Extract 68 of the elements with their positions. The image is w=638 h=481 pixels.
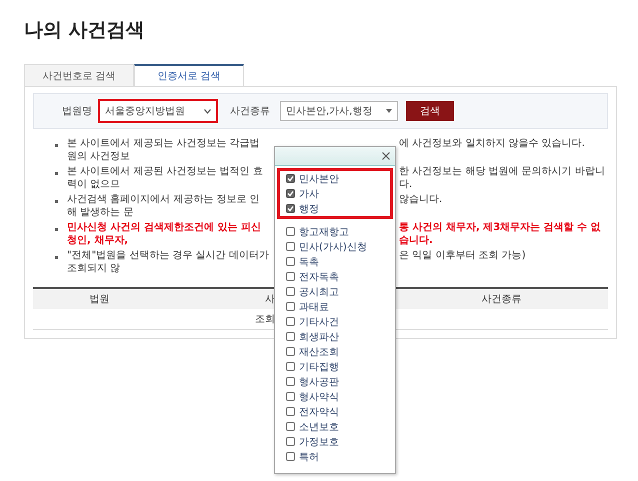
bullet-icon [55,200,58,203]
column-header: 법원 [88,293,110,306]
notice-text: 통 사건의 채무자, 제3채무자는 검색할 수 없습니다. [399,221,602,247]
option-label[interactable]: 가사 [299,186,319,200]
option-label[interactable]: 소년보호 [299,420,339,434]
option-label[interactable]: 독촉 [299,254,319,268]
tab[interactable]: 사건번호로 검색 [24,64,134,86]
tab[interactable]: 인증서로 검색 [134,64,244,86]
notice-text: 본 사이트에서 제공된 사건정보는 법적인 효력이 없으므 [67,165,264,191]
option-label[interactable]: 전자독촉 [299,270,339,284]
option-label[interactable]: 민사본안 [299,172,339,186]
case-type-select[interactable]: 민사본안,가사,행정 [280,101,398,121]
checkbox[interactable] [286,272,295,281]
notice-text: 민사신청 사건의 검색제한조건에 있는 피신청인, 채무자, [67,221,262,247]
court-select[interactable]: 서울중앙지방법원 [98,99,218,123]
bullet-icon [55,256,58,259]
notice-text: 한 사건정보는 해당 법원에 문의하시기 바랍니다. [399,165,606,191]
option-label[interactable]: 재산조회 [299,344,339,358]
option-label[interactable]: 형사공판 [299,374,339,388]
checkbox[interactable] [286,452,295,461]
checkbox[interactable] [286,392,295,401]
checkbox[interactable] [286,347,295,356]
option-label[interactable]: 회생파산 [299,330,339,344]
option-label[interactable]: 가정보호 [299,434,339,448]
notice-text: 은 익일 이후부터 조회 가능) [399,249,527,263]
option-label[interactable]: 과태료 [299,300,329,314]
checkbox[interactable] [286,377,295,386]
notice-text: 사건검색 홈페이지에서 제공하는 정보로 인해 발생하는 문 [67,193,261,219]
checkbox[interactable] [286,302,295,311]
checkbox[interactable] [286,407,295,416]
search-button[interactable]: 검색 [406,101,454,121]
case-type-label: 사건종류 [230,105,270,118]
close-icon[interactable] [382,152,390,160]
caret-icon [386,109,392,113]
option-label[interactable]: 항고재항고 [299,224,349,238]
option-label[interactable]: 민사(가사)신청 [299,240,367,254]
option-label[interactable]: 행정 [299,202,319,216]
bullet-icon [55,172,58,175]
checkbox[interactable] [286,174,295,183]
option-label[interactable]: 기타집행 [299,360,339,374]
chevron-icon [204,108,211,114]
checkbox[interactable] [286,362,295,371]
checkbox[interactable] [286,287,295,296]
notice-text: 않습니다. [399,193,444,207]
option-label[interactable]: 기타사건 [299,314,339,328]
court-label: 법원명 [62,105,92,118]
checkbox[interactable] [286,437,295,446]
option-label[interactable]: 공시최고 [299,284,339,298]
checkbox[interactable] [286,257,295,266]
checkbox[interactable] [286,189,295,198]
bullet-icon [55,228,58,231]
notice-text: 에 사건정보와 일치하지 않을수 있습니다. [399,137,586,151]
checkbox[interactable] [286,204,295,213]
column-header: 사 [264,293,275,306]
column-header: 사건종류 [480,293,522,306]
option-label[interactable]: 형사약식 [299,390,339,404]
notice-text: 본 사이트에서 제공되는 사건정보는 각급법원의 사건정보 [67,137,261,163]
empty-message: 조회 [254,313,275,326]
notice-text: "전체"법원을 선택하는 경우 실시간 데이터가 조회되지 않 [67,249,269,275]
option-label[interactable]: 전자약식 [299,404,339,418]
checkbox[interactable] [286,332,295,341]
checkbox[interactable] [286,242,295,251]
option-label[interactable]: 특허 [299,450,319,464]
checkbox[interactable] [286,422,295,431]
bullet-icon [55,144,58,147]
checkbox[interactable] [286,227,295,236]
page-title: 나의 사건검색 [24,18,146,43]
checkbox[interactable] [286,317,295,326]
